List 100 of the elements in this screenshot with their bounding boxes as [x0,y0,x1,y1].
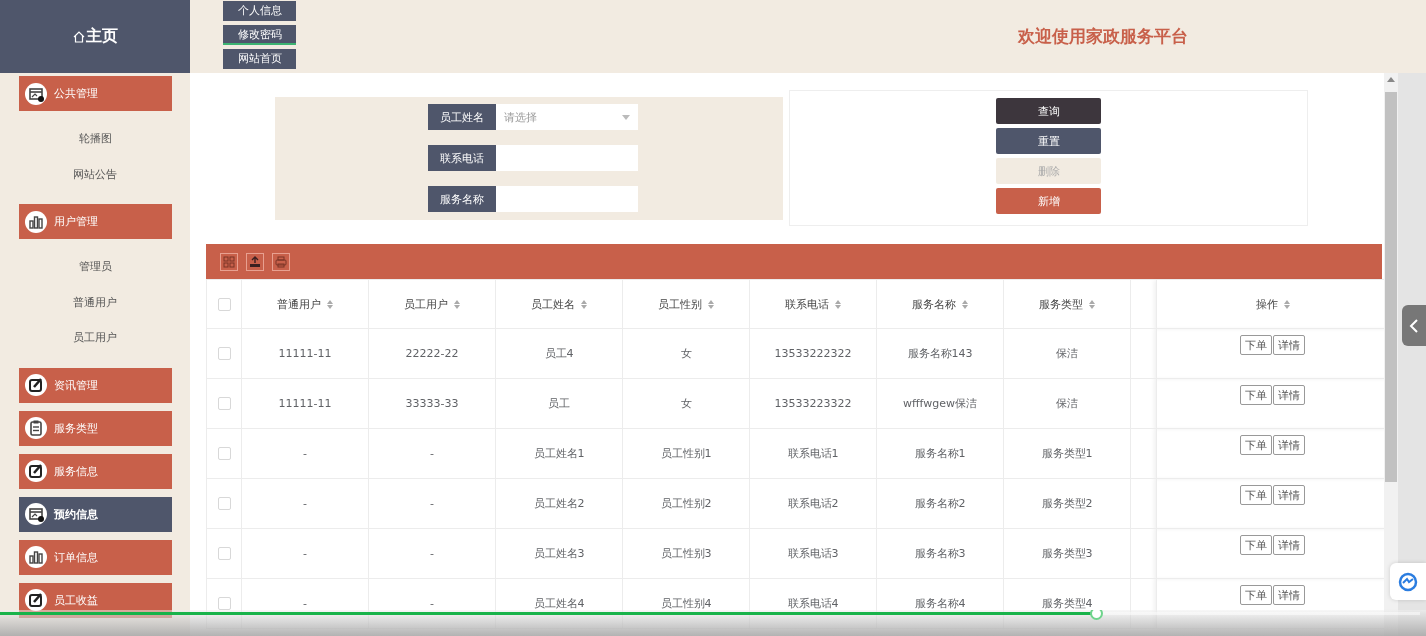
bar-chart-icon [25,546,47,568]
submenu-item[interactable]: 普通用户 [0,284,190,320]
edit-icon [25,589,47,611]
field-label: 服务名称 [428,186,496,212]
sort-icon [581,299,587,309]
table-cell: 联系电话1 [787,447,839,460]
checkbox[interactable] [217,497,231,511]
table-cell: wfffwgew保洁 [903,397,977,410]
column-header[interactable]: 联系电话 [785,296,829,312]
checkbox[interactable] [217,347,231,361]
nav-button[interactable]: 网站首页 [223,49,296,69]
table-cell: 服务类型1 [1041,447,1093,460]
menu-item[interactable]: 服务信息 [19,453,172,489]
row-button[interactable]: 下单 [1240,335,1272,355]
home-icon [72,30,85,43]
floating-button[interactable] [1390,563,1426,600]
home-banner[interactable]: 主页 [0,0,190,73]
checkbox[interactable] [217,597,231,611]
menu-item[interactable]: 公共管理 [19,76,172,111]
table-cell: - [430,497,434,510]
row-button[interactable]: 下单 [1240,385,1272,405]
collapse-tab[interactable] [1402,305,1426,346]
add-button[interactable]: 新增 [996,188,1101,214]
table-cell: 11111-11 [278,347,332,360]
progress-handle[interactable] [1090,610,1104,620]
row-button[interactable]: 详情 [1273,585,1305,605]
table-cell: 服务名称3 [914,547,966,560]
menu-item[interactable]: 用户管理 [19,204,172,239]
table-cell: - [430,547,434,560]
table-cell: 员工姓名4 [533,597,585,610]
page-title: 欢迎使用家政服务平台 [1018,25,1188,48]
table-cell: 保洁 [1056,347,1078,360]
checkbox[interactable] [217,447,231,461]
column-header[interactable]: 普通用户 [277,296,321,312]
edit-icon [25,374,47,396]
table-cell: 员工性别1 [660,447,712,460]
table-cell: - [303,497,307,510]
row-button[interactable]: 下单 [1240,585,1272,605]
submenu-item[interactable]: 管理员 [0,249,190,285]
column-header[interactable]: 服务类型 [1039,296,1083,312]
menu-item[interactable]: 资讯管理 [19,367,172,403]
sort-icon [1089,299,1095,309]
table-cell: 员工性别3 [660,547,712,560]
print-icon [273,253,289,270]
query-button[interactable]: 查询 [996,98,1101,124]
menu-item[interactable]: 服务类型 [19,410,172,446]
submenu-item[interactable]: 轮播图 [0,121,190,157]
reset-button[interactable]: 重置 [996,128,1101,154]
input-field[interactable] [496,145,638,171]
row-button[interactable]: 下单 [1240,535,1272,555]
table-cell: 员工性别4 [660,597,712,610]
column-header[interactable]: 员工性别 [658,296,702,312]
submenu-item[interactable]: 网站公告 [0,156,190,192]
table-cell: 联系电话4 [787,597,839,610]
dropdown-icon [622,114,630,120]
column-header[interactable]: 服务名称 [912,296,956,312]
toolbar-button[interactable] [272,252,290,271]
chevron-left-icon [1409,317,1419,334]
column-header[interactable]: 员工用户 [404,296,448,312]
table-cell: 服务类型2 [1041,497,1093,510]
sync-icon [1398,571,1418,592]
checkbox[interactable] [217,397,231,411]
table-cell: 员工4 [544,347,574,360]
row-button[interactable]: 详情 [1273,385,1305,405]
row-button[interactable]: 详情 [1273,535,1305,555]
checkbox[interactable] [217,297,231,311]
column-header[interactable]: 操作 [1255,296,1278,312]
table-cell: 22222-22 [405,347,459,360]
table-cell: 女 [680,347,692,360]
table-cell: 服务名称1 [914,447,966,460]
calendar-icon [25,503,47,525]
table-cell: 联系电话2 [787,497,839,510]
checkbox[interactable] [217,547,231,561]
row-button[interactable]: 详情 [1273,485,1305,505]
field-label: 员工姓名 [428,104,496,130]
row-button[interactable]: 下单 [1240,435,1272,455]
table-cell: 33333-33 [405,397,459,410]
row-button[interactable]: 详情 [1273,435,1305,455]
toolbar-button[interactable] [220,252,238,271]
progress-bar[interactable] [0,610,1420,620]
field-label: 联系电话 [428,145,496,171]
menu-item[interactable]: 订单信息 [19,539,172,575]
row-button[interactable]: 下单 [1240,485,1272,505]
home-label: 主页 [85,26,118,47]
table-cell: 员工姓名2 [533,497,585,510]
input-field[interactable] [496,186,638,212]
nav-button[interactable]: 修改密码 [223,25,296,45]
row-button[interactable]: 详情 [1273,335,1305,355]
table-cell: - [303,447,307,460]
column-header[interactable]: 员工姓名 [531,296,575,312]
table-cell: 服务名称2 [914,497,966,510]
menu-item[interactable]: 预约信息 [19,496,172,532]
sort-icon [708,299,714,309]
table-cell: 服务名称143 [907,347,973,360]
table-cell: 11111-11 [278,397,332,410]
submenu-item[interactable]: 员工用户 [0,320,190,356]
nav-button[interactable]: 个人信息 [223,1,296,21]
table-cell: 员工姓名1 [533,447,585,460]
edit-icon [25,460,47,482]
toolbar-button[interactable] [246,252,264,271]
